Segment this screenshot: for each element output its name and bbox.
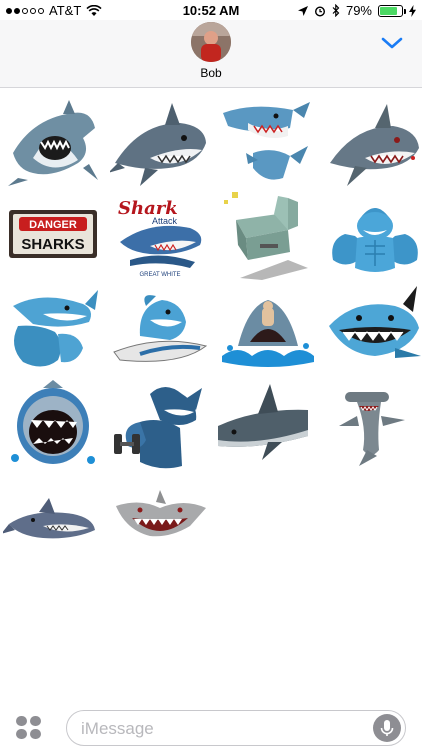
sticker-hammerhead-shark[interactable] (325, 380, 422, 470)
chevron-down-icon[interactable] (380, 34, 404, 52)
sticker-muscle-shark-2[interactable] (3, 286, 103, 376)
status-bar: AT&T 10:52 AM 79% (0, 0, 422, 20)
status-right: 79% (297, 3, 416, 18)
sticker-shark-1[interactable] (3, 98, 103, 188)
sticker-robot-shark[interactable] (218, 190, 318, 280)
sticker-shark-4[interactable] (325, 98, 422, 188)
charging-bolt-icon (409, 4, 416, 17)
sticker-shark-3[interactable] (218, 98, 318, 188)
danger-sign-line2: SHARKS (21, 236, 84, 253)
sticker-surf-shark[interactable] (110, 286, 210, 376)
contact-name[interactable]: Bob (0, 66, 422, 80)
battery-percent: 79% (345, 3, 372, 18)
sticker-shark-2[interactable] (108, 98, 210, 188)
sticker-grin-shark[interactable] (325, 286, 422, 376)
danger-sign-line1: DANGER (29, 219, 77, 231)
sticker-swim-shark[interactable] (218, 380, 318, 470)
sticker-danger-sign[interactable]: DANGER SHARKS (3, 190, 103, 280)
message-input[interactable] (81, 719, 361, 739)
app-drawer-icon[interactable] (16, 716, 42, 740)
message-field[interactable] (66, 710, 406, 746)
contact-avatar[interactable] (191, 22, 231, 62)
compose-bar (0, 702, 422, 750)
microphone-icon (380, 720, 394, 736)
sticker-muscle-shark-1[interactable] (325, 190, 422, 280)
logo-text-great-white: GREAT WHITE (139, 272, 180, 278)
conversation-header: Bob (0, 20, 422, 88)
sticker-shark-6[interactable] (110, 478, 210, 568)
bluetooth-icon (332, 4, 340, 17)
logo-text-attack: Attack (152, 216, 178, 226)
alarm-icon (314, 5, 325, 17)
sticker-shark-attack-logo[interactable]: Shark Attack GREAT WHITE (110, 190, 210, 280)
sticker-splash-shark[interactable] (218, 286, 318, 376)
microphone-button[interactable] (373, 714, 401, 742)
sticker-shark-5[interactable] (1, 478, 103, 568)
sticker-dumbbell-shark[interactable] (110, 380, 210, 470)
sticker-jaws-shark[interactable] (3, 380, 103, 470)
avatar-photo (191, 22, 231, 62)
location-arrow-icon (297, 5, 308, 16)
battery-icon (378, 4, 406, 17)
battery-level-fill (380, 6, 397, 15)
